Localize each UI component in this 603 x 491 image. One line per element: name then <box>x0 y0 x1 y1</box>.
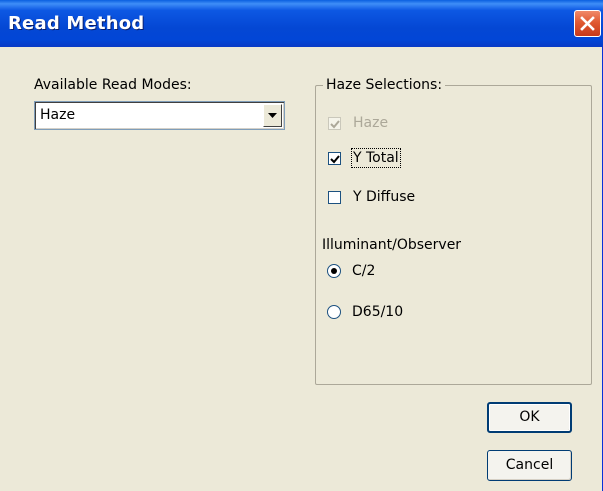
radio-dot <box>331 268 337 274</box>
close-icon <box>580 16 595 31</box>
checkmark-icon <box>330 120 340 129</box>
chevron-down-icon <box>268 113 277 118</box>
y-total-checkbox-label: Y Total <box>351 148 401 168</box>
close-button[interactable] <box>574 10 601 37</box>
c2-radio-label: C/2 <box>352 263 376 279</box>
title-bar[interactable]: Read Method <box>0 0 603 47</box>
window-title: Read Method <box>8 13 145 34</box>
read-method-dialog: Read Method Available Read Modes: Haze H… <box>0 0 603 491</box>
illuminant-observer-label: Illuminant/Observer <box>322 237 462 253</box>
y-diffuse-checkbox-label: Y Diffuse <box>353 189 416 205</box>
c2-radio[interactable] <box>327 264 341 278</box>
haze-selections-title: Haze Selections: <box>323 77 446 93</box>
haze-checkbox[interactable] <box>328 117 341 130</box>
cancel-button[interactable]: Cancel <box>487 450 572 481</box>
haze-checkbox-label: Haze <box>353 115 389 131</box>
d65-10-radio-label: D65/10 <box>352 304 404 320</box>
d65-10-radio[interactable] <box>327 305 341 319</box>
checkmark-icon <box>330 155 340 164</box>
read-mode-select[interactable]: Haze <box>34 101 285 130</box>
y-total-checkbox[interactable] <box>328 152 341 165</box>
dropdown-button[interactable] <box>263 104 282 127</box>
y-diffuse-checkbox[interactable] <box>328 191 341 204</box>
ok-button[interactable]: OK <box>487 402 572 433</box>
read-mode-value: Haze <box>40 107 76 123</box>
read-modes-label: Available Read Modes: <box>34 77 192 93</box>
